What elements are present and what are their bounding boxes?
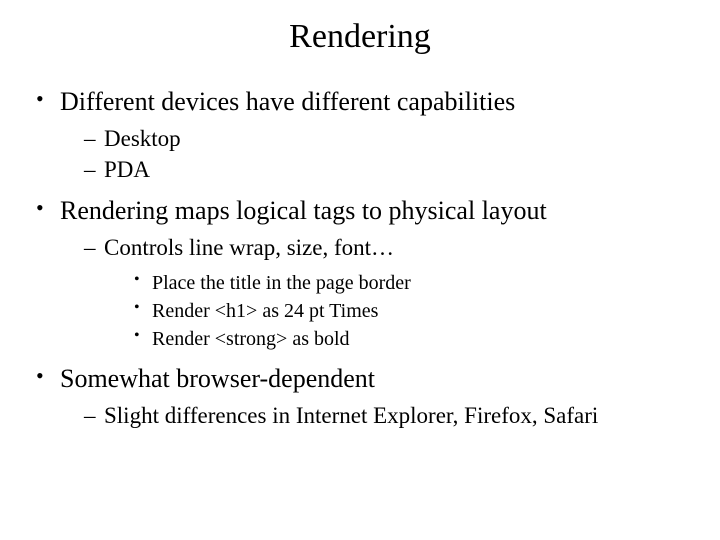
list-item: Controls line wrap, size, font… Place th…: [84, 232, 700, 353]
list-item: PDA: [84, 154, 700, 185]
bullet-text: Render <h1> as 24 pt Times: [152, 300, 378, 322]
list-item: Slight differences in Internet Explorer,…: [84, 400, 700, 431]
list-item: Render <h1> as 24 pt Times: [134, 297, 700, 325]
bullet-text: Slight differences in Internet Explorer,…: [104, 403, 598, 428]
bullet-text: Controls line wrap, size, font…: [104, 235, 394, 260]
bullet-list-level2: Slight differences in Internet Explorer,…: [60, 400, 700, 431]
bullet-list-level2: Controls line wrap, size, font… Place th…: [60, 232, 700, 353]
bullet-text: Different devices have different capabil…: [60, 87, 515, 116]
bullet-text: Place the title in the page border: [152, 272, 411, 294]
bullet-text: Render <strong> as bold: [152, 328, 350, 350]
bullet-list-level1: Different devices have different capabil…: [20, 84, 700, 431]
list-item: Different devices have different capabil…: [36, 84, 700, 185]
list-item: Desktop: [84, 123, 700, 154]
list-item: Place the title in the page border: [134, 269, 700, 297]
slide-title: Rendering: [20, 18, 700, 56]
list-item: Render <strong> as bold: [134, 325, 700, 353]
bullet-list-level2: Desktop PDA: [60, 123, 700, 185]
list-item: Rendering maps logical tags to physical …: [36, 193, 700, 353]
bullet-text: Desktop: [104, 126, 181, 151]
bullet-text: PDA: [104, 157, 150, 182]
bullet-text: Somewhat browser-dependent: [60, 364, 375, 393]
bullet-list-level3: Place the title in the page border Rende…: [104, 269, 700, 353]
bullet-text: Rendering maps logical tags to physical …: [60, 196, 547, 225]
list-item: Somewhat browser-dependent Slight differ…: [36, 361, 700, 431]
